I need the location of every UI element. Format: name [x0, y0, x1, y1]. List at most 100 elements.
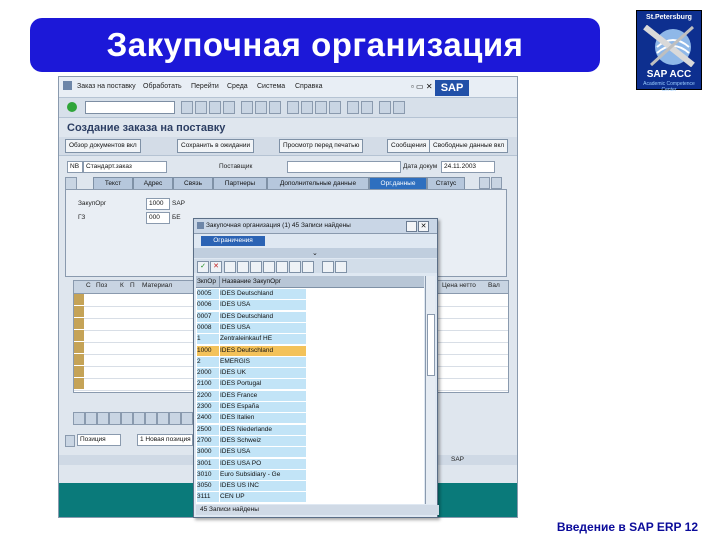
- find-next-icon[interactable]: [250, 261, 262, 273]
- next-page-icon[interactable]: [315, 101, 327, 114]
- item-field[interactable]: 1 Новая позиция: [137, 434, 193, 446]
- cancel-icon[interactable]: ✕: [210, 261, 222, 273]
- row-selector[interactable]: [74, 354, 84, 365]
- chevron-down-icon[interactable]: ⌄: [312, 249, 318, 257]
- new-session-icon[interactable]: [347, 101, 359, 114]
- settings-icon[interactable]: [181, 412, 193, 425]
- date-field[interactable]: 24.11.2003: [441, 161, 495, 173]
- expand-item-icon[interactable]: [65, 435, 75, 447]
- row-selector[interactable]: [74, 378, 84, 389]
- deselect-icon[interactable]: [97, 412, 109, 425]
- hit-list-row[interactable]: 3050 IDES US INC: [196, 480, 424, 492]
- window-menu-icon[interactable]: [63, 81, 72, 90]
- last-page-icon[interactable]: [329, 101, 341, 114]
- print-icon[interactable]: [276, 261, 288, 273]
- hit-list-row[interactable]: 3111 CEN UP: [196, 491, 424, 503]
- save-icon[interactable]: [181, 101, 193, 114]
- col-purch-org-name[interactable]: Название ЗакупОрг: [222, 278, 281, 285]
- select-all-icon[interactable]: [85, 412, 97, 425]
- vertical-scrollbar[interactable]: [425, 276, 435, 504]
- purch-org-field[interactable]: 1000: [146, 198, 170, 210]
- hit-list-row[interactable]: 2700 IDES Schweiz: [196, 435, 424, 446]
- copy-icon[interactable]: [109, 412, 121, 425]
- menu-item-purchase-order[interactable]: Заказ на поставку: [77, 83, 136, 90]
- col-status[interactable]: С: [86, 282, 91, 289]
- settings-icon[interactable]: [322, 261, 334, 273]
- hit-list-row[interactable]: 2000 IDES UK: [196, 367, 424, 379]
- document-overview-button[interactable]: Обзор документов вкл: [65, 139, 141, 153]
- exit-icon[interactable]: [209, 101, 221, 114]
- col-net-price[interactable]: Цена нетто: [442, 282, 476, 289]
- scrollbar-thumb[interactable]: [427, 314, 435, 376]
- prev-page-icon[interactable]: [301, 101, 313, 114]
- new-list-icon[interactable]: [224, 261, 236, 273]
- close-icon[interactable]: ✕: [418, 221, 429, 232]
- filter-icon[interactable]: [157, 412, 169, 425]
- copy-icon[interactable]: [289, 261, 301, 273]
- hit-list-row[interactable]: 1 Zentraleinkauf HE: [196, 333, 424, 345]
- item-field-label[interactable]: Позиция: [77, 434, 121, 446]
- maximize-icon[interactable]: [406, 221, 417, 232]
- menu-item-environment[interactable]: Среда: [227, 83, 248, 90]
- col-currency[interactable]: Вал: [488, 282, 500, 289]
- hit-list-row[interactable]: 0006 IDES USA: [196, 299, 424, 311]
- purch-group-field[interactable]: 000: [146, 212, 170, 224]
- find-icon[interactable]: [255, 101, 267, 114]
- row-selector[interactable]: [74, 366, 84, 377]
- tab-restrictions[interactable]: Ограничения: [201, 236, 265, 246]
- sort-icon[interactable]: [145, 412, 157, 425]
- row-selector[interactable]: [74, 330, 84, 341]
- print-preview-button[interactable]: Просмотр перед печатью: [279, 139, 364, 153]
- find-next-icon[interactable]: [269, 101, 281, 114]
- sort-icon[interactable]: [263, 261, 275, 273]
- menu-item-goto[interactable]: Перейти: [191, 83, 219, 90]
- row-selector[interactable]: [74, 294, 84, 305]
- menu-item-edit[interactable]: Обработать: [143, 83, 182, 90]
- restrictions-toggle[interactable]: ⌄: [194, 248, 437, 258]
- col-item[interactable]: Поз: [96, 282, 107, 289]
- details-icon[interactable]: [73, 412, 85, 425]
- col-account[interactable]: К: [120, 282, 124, 289]
- row-selector[interactable]: [74, 342, 84, 353]
- hit-list-row[interactable]: 3001 IDES USA PO: [196, 458, 424, 469]
- find-icon[interactable]: [237, 261, 249, 273]
- hit-list-row[interactable]: 2500 IDES Niederlande: [196, 424, 424, 435]
- hit-list-row[interactable]: 2 EMERGIS: [196, 356, 424, 367]
- tab-scroll-left-icon[interactable]: [479, 177, 490, 189]
- hit-list-row[interactable]: 3000 IDES USA: [196, 446, 424, 458]
- layout-icon[interactable]: [393, 101, 405, 114]
- row-selector[interactable]: [74, 318, 84, 329]
- delete-row-icon[interactable]: [121, 412, 133, 425]
- doc-type-field[interactable]: NB: [67, 161, 83, 173]
- messages-button[interactable]: Сообщения: [387, 139, 431, 153]
- hit-list-row[interactable]: 2100 IDES Portugal: [196, 378, 424, 390]
- back-icon[interactable]: [195, 101, 207, 114]
- menu-item-help[interactable]: Справка: [295, 83, 322, 90]
- hit-list-row[interactable]: 0005 IDES Deutschland: [196, 288, 424, 299]
- print-icon[interactable]: [241, 101, 253, 114]
- doc-type-text[interactable]: Стандарт.заказ: [83, 161, 167, 173]
- check-icon[interactable]: ✓: [197, 261, 209, 273]
- hit-list-row[interactable]: 2400 IDES Italien: [196, 412, 424, 424]
- help-icon[interactable]: [379, 101, 391, 114]
- hit-list-row[interactable]: 2200 IDES France: [196, 390, 424, 401]
- hold-button[interactable]: Сохранить в ожидании: [177, 139, 255, 153]
- enter-icon[interactable]: [67, 102, 77, 112]
- sum-icon[interactable]: [169, 412, 181, 425]
- menu-item-system[interactable]: Система: [257, 83, 285, 90]
- lock-icon[interactable]: [133, 412, 145, 425]
- row-selector[interactable]: [74, 306, 84, 317]
- col-material[interactable]: Материал: [142, 282, 172, 289]
- col-purch-org-code[interactable]: ЗкпОр: [197, 278, 216, 285]
- user-icon[interactable]: [335, 261, 347, 273]
- hit-list-row[interactable]: 0008 IDES USA: [196, 322, 424, 333]
- hit-list-row[interactable]: 2300 IDES España: [196, 401, 424, 412]
- personal-settings-button[interactable]: Свободные данные вкл: [429, 139, 509, 153]
- tab-scroll-right-icon[interactable]: [491, 177, 502, 189]
- window-controls-icon[interactable]: ▫ ▭ ✕: [411, 82, 433, 91]
- command-field[interactable]: [85, 101, 175, 114]
- col-category[interactable]: П: [130, 282, 135, 289]
- hit-list-row[interactable]: 1000 IDES Deutschland: [196, 345, 424, 356]
- shortcut-icon[interactable]: [361, 101, 373, 114]
- hit-list-row[interactable]: 3010 Euro Subsidiary - Ge: [196, 469, 424, 480]
